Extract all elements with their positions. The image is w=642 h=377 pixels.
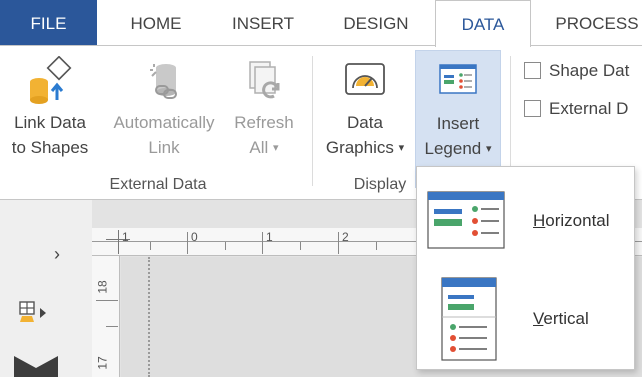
data-graphics-label-2: Graphics ▾ [325, 138, 405, 157]
data-graphics-label-1: Data [347, 113, 383, 132]
automatically-link-button[interactable]: Automatically Link [100, 50, 228, 188]
data-graphics-button[interactable]: Data Graphics ▾ [318, 50, 412, 188]
external-data-window-checkbox[interactable]: External D [524, 99, 628, 119]
automatically-link-label-1: Automatically [113, 113, 215, 132]
tab-file[interactable]: FILE [0, 0, 97, 46]
shapes-stencil-icon[interactable] [18, 300, 52, 326]
ruler-number: 0 [191, 230, 198, 244]
ruler-tick [376, 242, 377, 250]
tab-insert[interactable]: INSERT [213, 0, 313, 46]
menu-label-vertical: Vertical [533, 309, 589, 328]
ruler-number: 1 [266, 230, 273, 244]
ruler-number: 17 [95, 356, 110, 370]
ruler-tick [262, 232, 263, 254]
insert-legend-label-1: Insert [436, 114, 480, 133]
vertical-legend-icon [441, 277, 497, 361]
link-data-label-1: Link Data [14, 113, 86, 132]
shapes-pane-collapsed: › [0, 200, 92, 377]
tab-data[interactable]: DATA [435, 0, 531, 47]
expand-shapes-chevron-icon[interactable]: › [54, 244, 60, 265]
ruler-tick [338, 232, 339, 254]
refresh-all-button[interactable]: Refresh All ▾ [228, 50, 300, 188]
shape-data-label: Shape Dat [549, 61, 630, 80]
menu-item-vertical[interactable]: Vertical [417, 271, 634, 369]
ruler-tick [225, 242, 226, 250]
automatically-link-icon [150, 64, 177, 99]
external-data-label: External D [549, 99, 629, 118]
group-label-display: Display [353, 176, 407, 193]
refresh-icon [249, 61, 280, 99]
checkbox-box[interactable] [524, 62, 541, 79]
menu-item-horizontal[interactable]: Horizontal [417, 173, 634, 271]
link-data-icon [30, 56, 72, 104]
link-data-to-shapes-button[interactable]: Link Data to Shapes [2, 50, 98, 188]
insert-legend-menu: Horizontal Vertical [416, 166, 635, 370]
shapes-pane-icon [14, 356, 58, 377]
automatically-link-label-2: Link [148, 138, 180, 157]
page-margin-guide [148, 257, 150, 377]
insert-legend-label-2: Legend ▾ [424, 139, 492, 158]
ruler-number: 18 [95, 280, 110, 294]
ruler-tick [300, 242, 301, 250]
ruler-number: 2 [342, 230, 349, 244]
ribbon-tab-bar: FILE HOME INSERT DESIGN DATA PROCESS [0, 0, 642, 47]
refresh-all-label-2: All ▾ [249, 138, 279, 157]
ruler-tick [96, 300, 118, 301]
group-label-external-data: External Data [109, 176, 207, 193]
checkbox-box[interactable] [524, 100, 541, 117]
menu-label-horizontal: Horizontal [533, 211, 610, 230]
tab-process[interactable]: PROCESS [542, 0, 642, 46]
data-graphics-icon [345, 63, 385, 95]
refresh-all-label-1: Refresh [234, 113, 294, 132]
ruler-tick [118, 230, 119, 254]
vertical-ruler: 18 17 [92, 256, 120, 377]
insert-legend-icon [439, 64, 477, 94]
ruler-tick [187, 232, 188, 254]
tab-home[interactable]: HOME [104, 0, 208, 46]
tab-design[interactable]: DESIGN [322, 0, 430, 46]
link-data-label-2: to Shapes [11, 138, 89, 157]
horizontal-legend-icon [427, 191, 505, 249]
shape-data-window-checkbox[interactable]: Shape Dat [524, 61, 629, 81]
group-separator [312, 56, 313, 186]
ruler-number: 1 [122, 230, 129, 244]
ruler-tick [150, 242, 151, 250]
ruler-tick [106, 326, 118, 327]
